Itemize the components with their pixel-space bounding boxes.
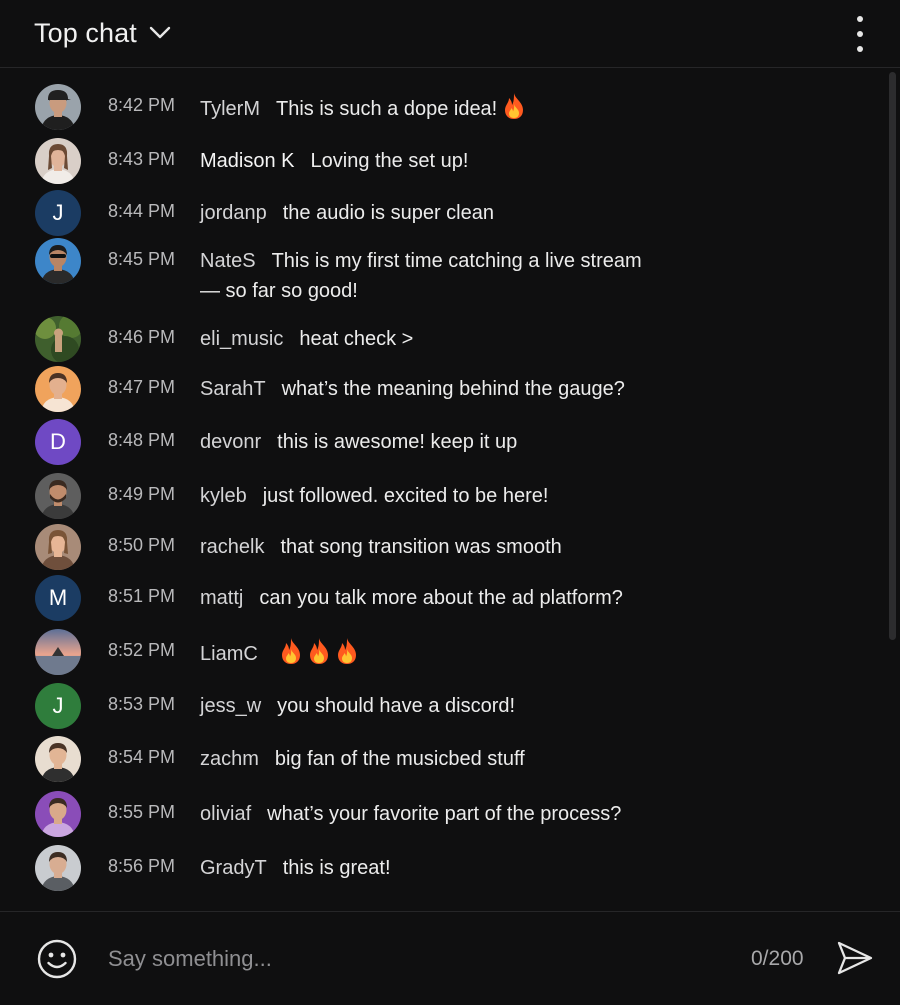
message-author[interactable]: GradyT: [200, 857, 267, 879]
avatar[interactable]: [35, 316, 81, 362]
message-timestamp: 8:43 PM: [108, 149, 176, 169]
message-body: eli_music heat check >: [200, 324, 690, 354]
message-text: Loving the set up!: [310, 150, 469, 172]
message-input[interactable]: [108, 942, 708, 976]
avatar[interactable]: [35, 473, 81, 519]
avatar[interactable]: [35, 524, 81, 570]
avatar[interactable]: [35, 791, 81, 837]
message-author[interactable]: rachelk: [200, 536, 264, 558]
message-timestamp: 8:50 PM: [108, 535, 176, 555]
message-timestamp: 8:46 PM: [108, 327, 176, 347]
more-options-icon[interactable]: [850, 16, 870, 52]
fire-emoji-icon: [501, 92, 527, 129]
avatar-initial: J: [52, 693, 64, 718]
chat-input-bar: 0/200: [0, 911, 900, 1005]
message-text-continued: — so far so good!: [200, 280, 358, 302]
message-text: big fan of the musicbed stuff: [274, 748, 525, 770]
message-author[interactable]: zachm: [200, 748, 259, 770]
message-body: zachm big fan of the musicbed stuff: [200, 744, 690, 774]
message-body: NateS This is my first time catching a li…: [200, 246, 690, 306]
message-body: mattj can you talk more about the ad plat…: [200, 583, 690, 613]
message-author[interactable]: TylerM: [200, 98, 260, 120]
message-author[interactable]: NateS: [200, 250, 256, 272]
message-author[interactable]: SarahT: [200, 378, 266, 400]
send-icon[interactable]: [835, 939, 875, 982]
message-author[interactable]: devonr: [200, 431, 261, 453]
message-timestamp: 8:44 PM: [108, 201, 176, 221]
message-timestamp: 8:54 PM: [108, 747, 176, 767]
message-text: that song transition was smooth: [280, 536, 562, 558]
avatar[interactable]: [35, 238, 81, 284]
message-author[interactable]: mattj: [200, 587, 243, 609]
avatar[interactable]: M: [35, 575, 81, 621]
fire-emoji-icon: [334, 637, 360, 674]
message-author[interactable]: kyleb: [200, 485, 247, 507]
character-counter: 0/200: [751, 947, 804, 970]
message-text: you should have a discord!: [277, 695, 516, 717]
message-text: this is great!: [282, 857, 391, 879]
message-timestamp: 8:51 PM: [108, 586, 176, 606]
message-body: jordanp the audio is super clean: [200, 198, 690, 228]
message-timestamp: 8:47 PM: [108, 377, 176, 397]
fire-emoji-icon: [278, 637, 304, 674]
message-text: what’s the meaning behind the gauge?: [281, 378, 625, 400]
avatar-initial: D: [50, 429, 66, 454]
message-timestamp: 8:52 PM: [108, 640, 176, 660]
message-text: the audio is super clean: [282, 202, 494, 224]
message-text: just followed. excited to be here!: [262, 485, 549, 507]
avatar[interactable]: D: [35, 419, 81, 465]
message-timestamp: 8:55 PM: [108, 802, 176, 822]
message-author[interactable]: LiamC: [200, 643, 258, 665]
avatar[interactable]: [35, 138, 81, 184]
message-timestamp: 8:56 PM: [108, 856, 176, 876]
avatar[interactable]: J: [35, 190, 81, 236]
avatar[interactable]: [35, 366, 81, 412]
message-text: This is such a dope idea!: [276, 98, 498, 120]
fire-emoji-icon: [306, 637, 332, 674]
message-author[interactable]: Madison K: [200, 150, 295, 172]
message-author[interactable]: jess_w: [200, 695, 261, 717]
avatar-initial: J: [52, 200, 64, 225]
message-text: this is awesome! keep it up: [277, 431, 518, 453]
message-body: TylerM This is such a dope idea!: [200, 92, 690, 129]
chevron-down-icon: [149, 26, 171, 45]
message-body: Madison K Loving the set up!: [200, 146, 690, 176]
message-body: LiamC: [200, 637, 690, 674]
message-timestamp: 8:42 PM: [108, 95, 176, 115]
scrollbar-thumb[interactable]: [889, 72, 896, 640]
message-body: rachelk that song transition was smooth: [200, 532, 690, 562]
message-timestamp: 8:49 PM: [108, 484, 176, 504]
message-author[interactable]: oliviaf: [200, 803, 251, 825]
message-text: what’s your favorite part of the process…: [267, 803, 622, 825]
message-body: kyleb just followed. excited to be here!: [200, 481, 690, 511]
message-body: GradyT this is great!: [200, 853, 690, 883]
avatar[interactable]: [35, 84, 81, 130]
message-body: devonr this is awesome! keep it up: [200, 427, 690, 457]
chat-header: Top chat: [0, 0, 900, 68]
message-author[interactable]: eli_music: [200, 328, 283, 350]
message-author[interactable]: jordanp: [200, 202, 267, 224]
avatar[interactable]: [35, 845, 81, 891]
message-body: oliviaf what’s your favorite part of the …: [200, 799, 690, 829]
message-timestamp: 8:53 PM: [108, 694, 176, 714]
chat-mode-label: Top chat: [34, 18, 137, 48]
message-text: can you talk more about the ad platform?: [259, 587, 623, 609]
message-text: heat check >: [299, 328, 414, 350]
message-body: SarahT what’s the meaning behind the gaug…: [200, 374, 690, 404]
message-timestamp: 8:45 PM: [108, 249, 176, 269]
avatar[interactable]: [35, 629, 81, 675]
message-body: jess_w you should have a discord!: [200, 691, 690, 721]
chat-mode-dropdown[interactable]: Top chat: [34, 18, 171, 49]
chat-message-list[interactable]: 8:42 PM TylerM This is such a dope idea! 8:…: [0, 68, 900, 911]
emoji-picker-icon[interactable]: [36, 938, 78, 985]
avatar-initial: M: [48, 585, 68, 610]
avatar[interactable]: [35, 736, 81, 782]
message-text: This is my first time catching a live st…: [271, 250, 642, 272]
avatar[interactable]: J: [35, 683, 81, 729]
message-timestamp: 8:48 PM: [108, 430, 176, 450]
